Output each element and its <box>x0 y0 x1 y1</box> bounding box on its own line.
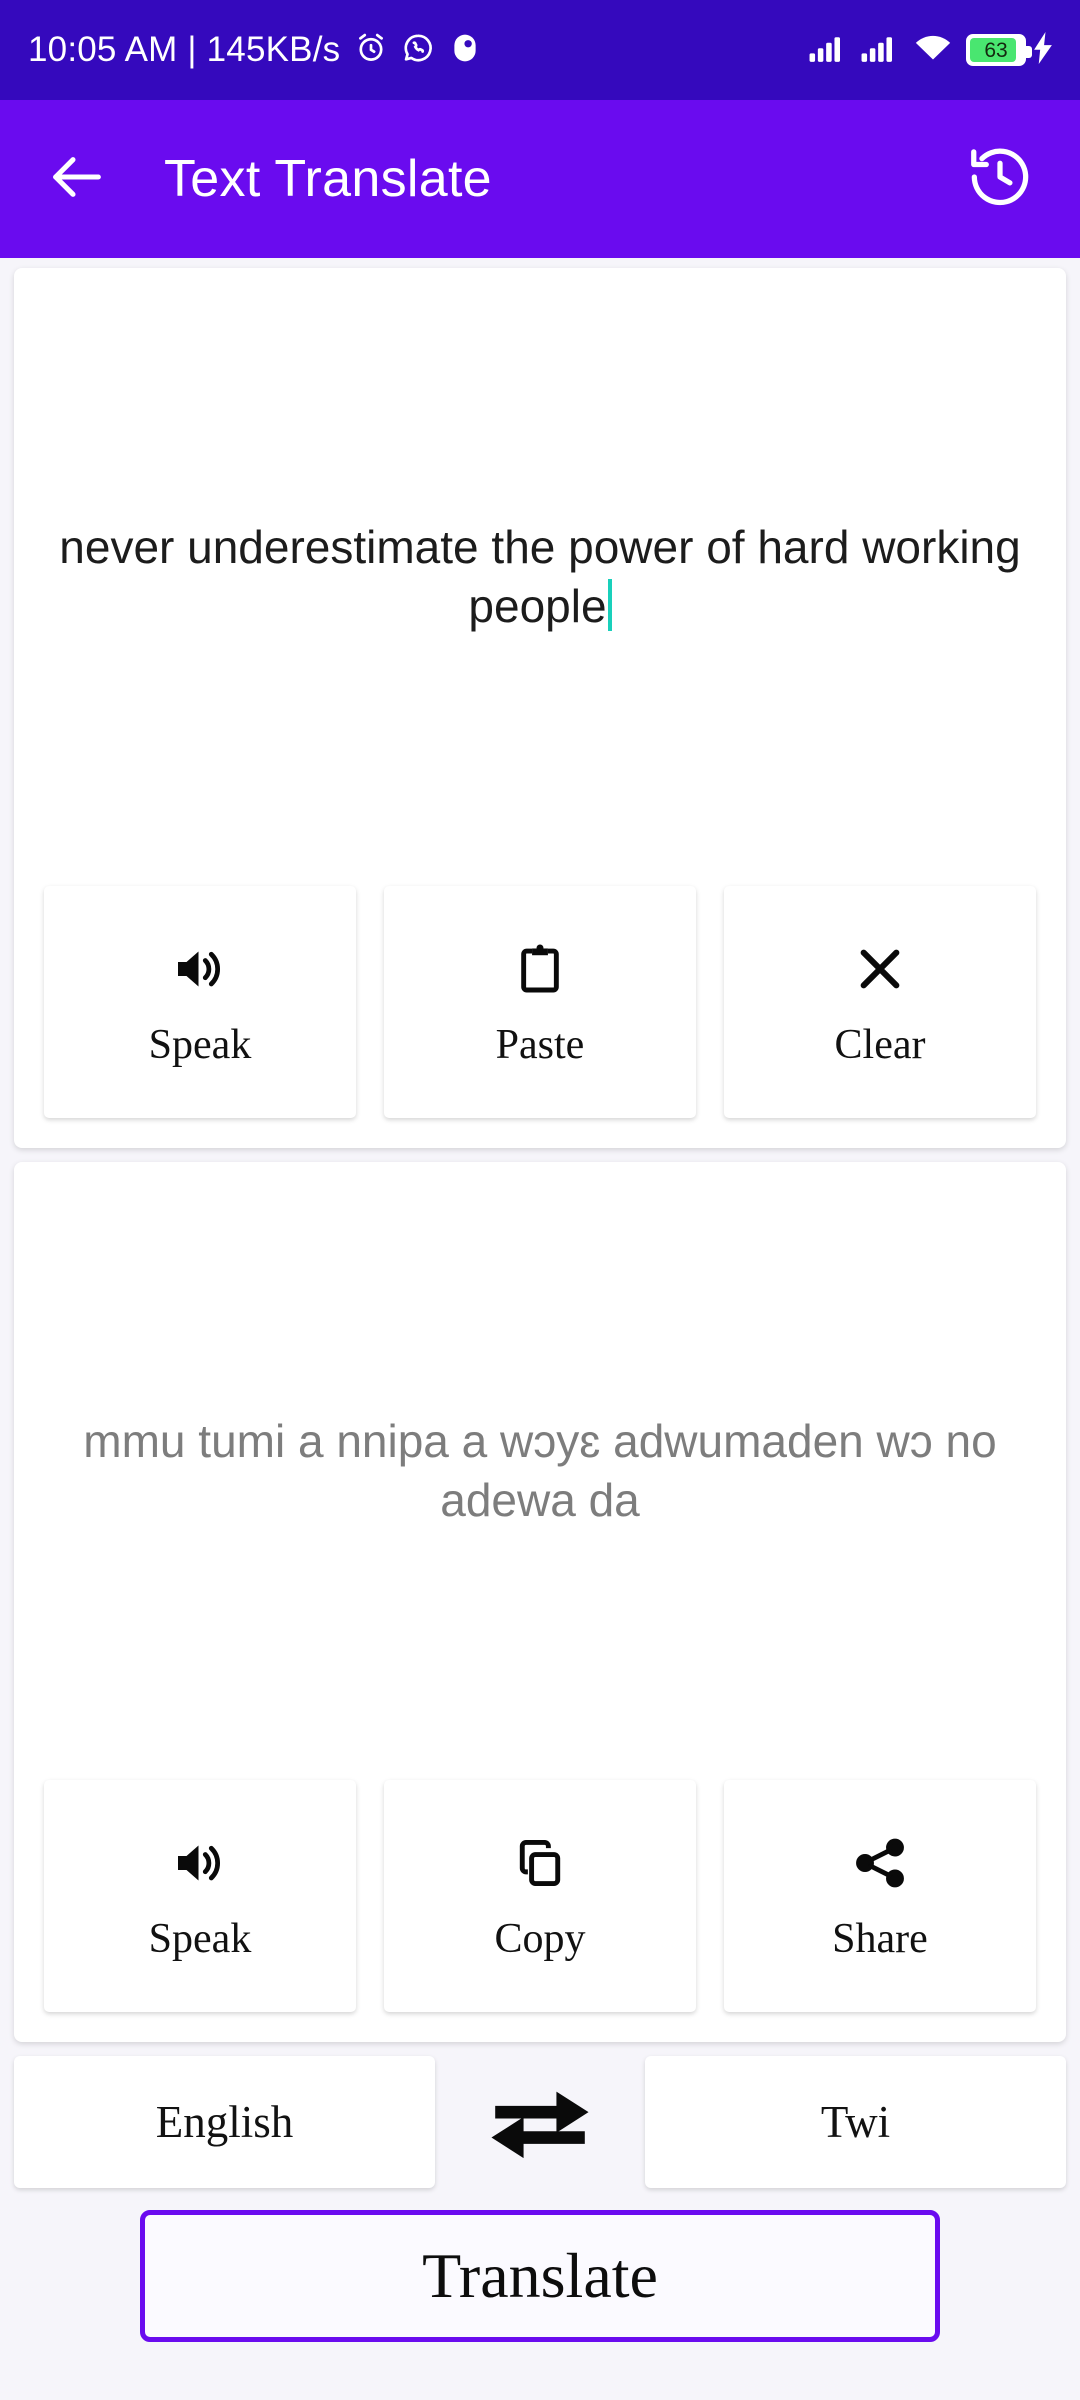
translate-button-label: Translate <box>422 2240 658 2311</box>
battery-icon: 63 <box>966 34 1032 66</box>
language-selector-row: English Twi <box>14 2056 1066 2188</box>
share-label: Share <box>832 1916 928 1962</box>
source-language-selector[interactable]: English <box>14 2056 435 2188</box>
share-nodes-icon <box>851 1832 909 1894</box>
battery-percent-label: 63 <box>984 38 1008 62</box>
target-language-selector[interactable]: Twi <box>645 2056 1066 2188</box>
speak-source-label: Speak <box>148 1022 252 1068</box>
share-button[interactable]: Share <box>724 1780 1036 2012</box>
translated-text-area: mmu tumi a nnipa a wɔyɛ adwumaden wɔ no … <box>14 1162 1066 1780</box>
signal-2-icon <box>860 32 900 69</box>
arrow-left-icon <box>45 145 109 214</box>
close-x-icon <box>852 938 908 1000</box>
text-caret <box>607 579 612 631</box>
clipboard-icon <box>512 938 568 1000</box>
history-button[interactable] <box>958 137 1042 221</box>
source-text-wrapper: never underestimate the power of hard wo… <box>52 518 1028 636</box>
source-text-area[interactable]: never underestimate the power of hard wo… <box>14 268 1066 886</box>
translate-button[interactable]: Translate <box>140 2210 940 2342</box>
history-clock-icon <box>965 142 1035 217</box>
swap-horizontal-arrows-icon <box>484 2074 596 2171</box>
main-content: never underestimate the power of hard wo… <box>0 258 1080 2400</box>
wifi-icon <box>912 32 954 69</box>
signal-1-icon <box>808 32 848 69</box>
copy-icon <box>512 1832 568 1894</box>
target-language-label: Twi <box>820 2097 891 2147</box>
status-clock: 10:05 AM | 145KB/s <box>28 30 341 69</box>
translated-text: mmu tumi a nnipa a wɔyɛ adwumaden wɔ no … <box>83 1415 997 1526</box>
app-screen: 10:05 AM | 145KB/s 63 Text Translate nev… <box>0 0 1080 2400</box>
input-panel: never underestimate the power of hard wo… <box>14 268 1066 1148</box>
status-bar-right: 63 <box>808 31 1054 69</box>
swap-languages-button[interactable] <box>435 2056 645 2188</box>
speak-translation-button[interactable]: Speak <box>44 1780 356 2012</box>
back-button[interactable] <box>38 140 116 218</box>
translate-button-row: Translate <box>14 2210 1066 2350</box>
page-title: Text Translate <box>164 150 492 208</box>
alarm-icon <box>354 31 388 70</box>
whatsapp-icon <box>401 31 435 70</box>
paste-label: Paste <box>495 1022 585 1068</box>
output-action-row: Speak Copy Share <box>14 1780 1066 2042</box>
status-bar: 10:05 AM | 145KB/s 63 <box>0 0 1080 100</box>
clear-label: Clear <box>834 1022 926 1068</box>
output-panel: mmu tumi a nnipa a wɔyɛ adwumaden wɔ no … <box>14 1162 1066 2042</box>
volume-speaker-icon <box>170 938 230 1000</box>
app-bar: Text Translate <box>0 100 1080 258</box>
input-action-row: Speak Paste Clear <box>14 886 1066 1148</box>
copy-label: Copy <box>494 1916 586 1962</box>
charging-bolt-icon <box>1032 31 1054 69</box>
battery-status: 63 <box>966 31 1054 69</box>
source-text: never underestimate the power of hard wo… <box>59 521 1021 632</box>
app-badge-icon <box>448 31 482 70</box>
paste-button[interactable]: Paste <box>384 886 696 1118</box>
clear-button[interactable]: Clear <box>724 886 1036 1118</box>
status-bar-left: 10:05 AM | 145KB/s <box>28 30 808 70</box>
status-notification-icons <box>354 31 482 70</box>
volume-speaker-icon <box>170 1832 230 1894</box>
speak-translation-label: Speak <box>148 1916 252 1962</box>
speak-source-button[interactable]: Speak <box>44 886 356 1118</box>
copy-button[interactable]: Copy <box>384 1780 696 2012</box>
source-language-label: English <box>155 2097 294 2147</box>
